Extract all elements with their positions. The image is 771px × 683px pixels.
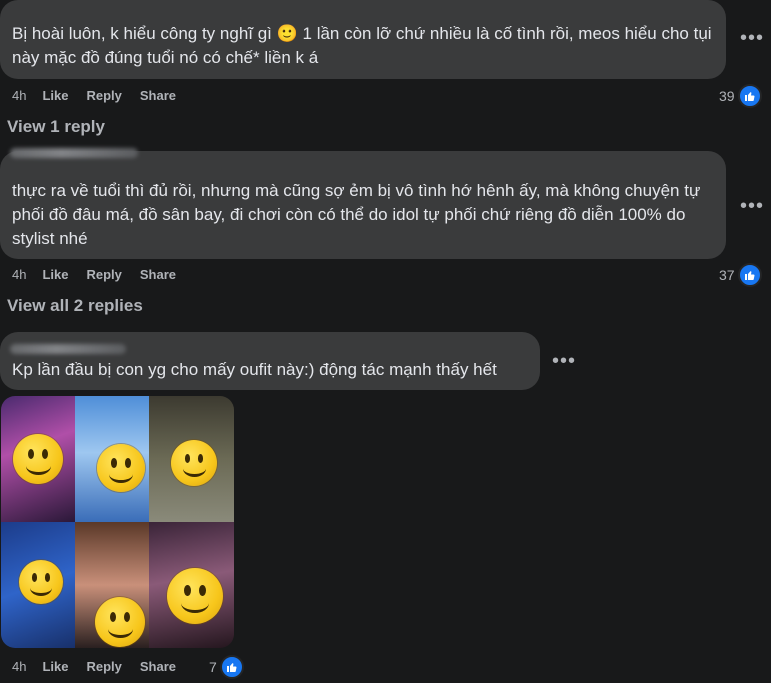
smiley-face-icon [19,560,63,604]
comment-text-1: Bị hoài luôn, k hiểu công ty nghĩ gì 🙂 1… [12,24,712,67]
collage-photo-1 [1,396,75,522]
collage-photo-2 [75,396,149,522]
collage-photo-4 [1,522,75,648]
comment-image-collage[interactable] [1,396,234,648]
view-replies-link-1[interactable]: View 1 reply [7,117,105,137]
like-reaction-icon [219,655,244,679]
like-reaction-icon [737,263,762,287]
comment-text-2: thực ra về tuổi thì đủ rồi, nhưng mà cũn… [12,181,701,248]
like-button[interactable]: Like [42,659,68,674]
collage-photo-6 [149,522,234,648]
comment-time[interactable]: 4h [12,659,26,674]
reply-button[interactable]: Reply [86,659,121,674]
smiley-face-icon [171,440,217,486]
more-options-icon[interactable]: ••• [552,351,576,371]
share-button[interactable]: Share [140,659,176,674]
reaction-summary-2[interactable]: 37 [719,263,762,287]
reaction-count: 7 [209,659,217,675]
view-replies-link-2[interactable]: View all 2 replies [7,296,143,316]
blurred-author-name [10,344,126,354]
reply-button[interactable]: Reply [86,88,121,103]
comment-actions-2: 4h Like Reply Share [12,267,194,282]
reaction-summary-3[interactable]: 7 [209,655,244,679]
comment-bubble-3: Kp lần đầu bị con yg cho mấy oufit này:)… [0,332,540,390]
like-button[interactable]: Like [42,267,68,282]
reply-button[interactable]: Reply [86,267,121,282]
comment-bubble-1: Bị hoài luôn, k hiểu công ty nghĩ gì 🙂 1… [0,0,726,79]
reaction-count: 37 [719,267,735,283]
share-button[interactable]: Share [140,88,176,103]
like-reaction-icon [737,84,762,108]
comment-actions-1: 4h Like Reply Share [12,88,194,103]
reaction-summary-1[interactable]: 39 [719,84,762,108]
blurred-author-name [10,148,138,158]
share-button[interactable]: Share [140,267,176,282]
comment-time[interactable]: 4h [12,267,26,282]
collage-photo-5 [75,522,149,648]
smiley-face-icon [95,597,145,647]
smiley-face-icon [167,568,223,624]
smiley-face-icon [13,434,63,484]
collage-photo-3 [149,396,234,522]
comment-text-3: Kp lần đầu bị con yg cho mấy oufit này:)… [12,360,497,379]
more-options-icon[interactable]: ••• [740,28,764,48]
comment-actions-3: 4h Like Reply Share [12,659,194,674]
comment-bubble-2: thực ra về tuổi thì đủ rồi, nhưng mà cũn… [0,148,726,259]
smiley-face-icon [97,444,145,492]
reaction-count: 39 [719,88,735,104]
like-button[interactable]: Like [42,88,68,103]
comment-time[interactable]: 4h [12,88,26,103]
more-options-icon[interactable]: ••• [740,196,764,216]
